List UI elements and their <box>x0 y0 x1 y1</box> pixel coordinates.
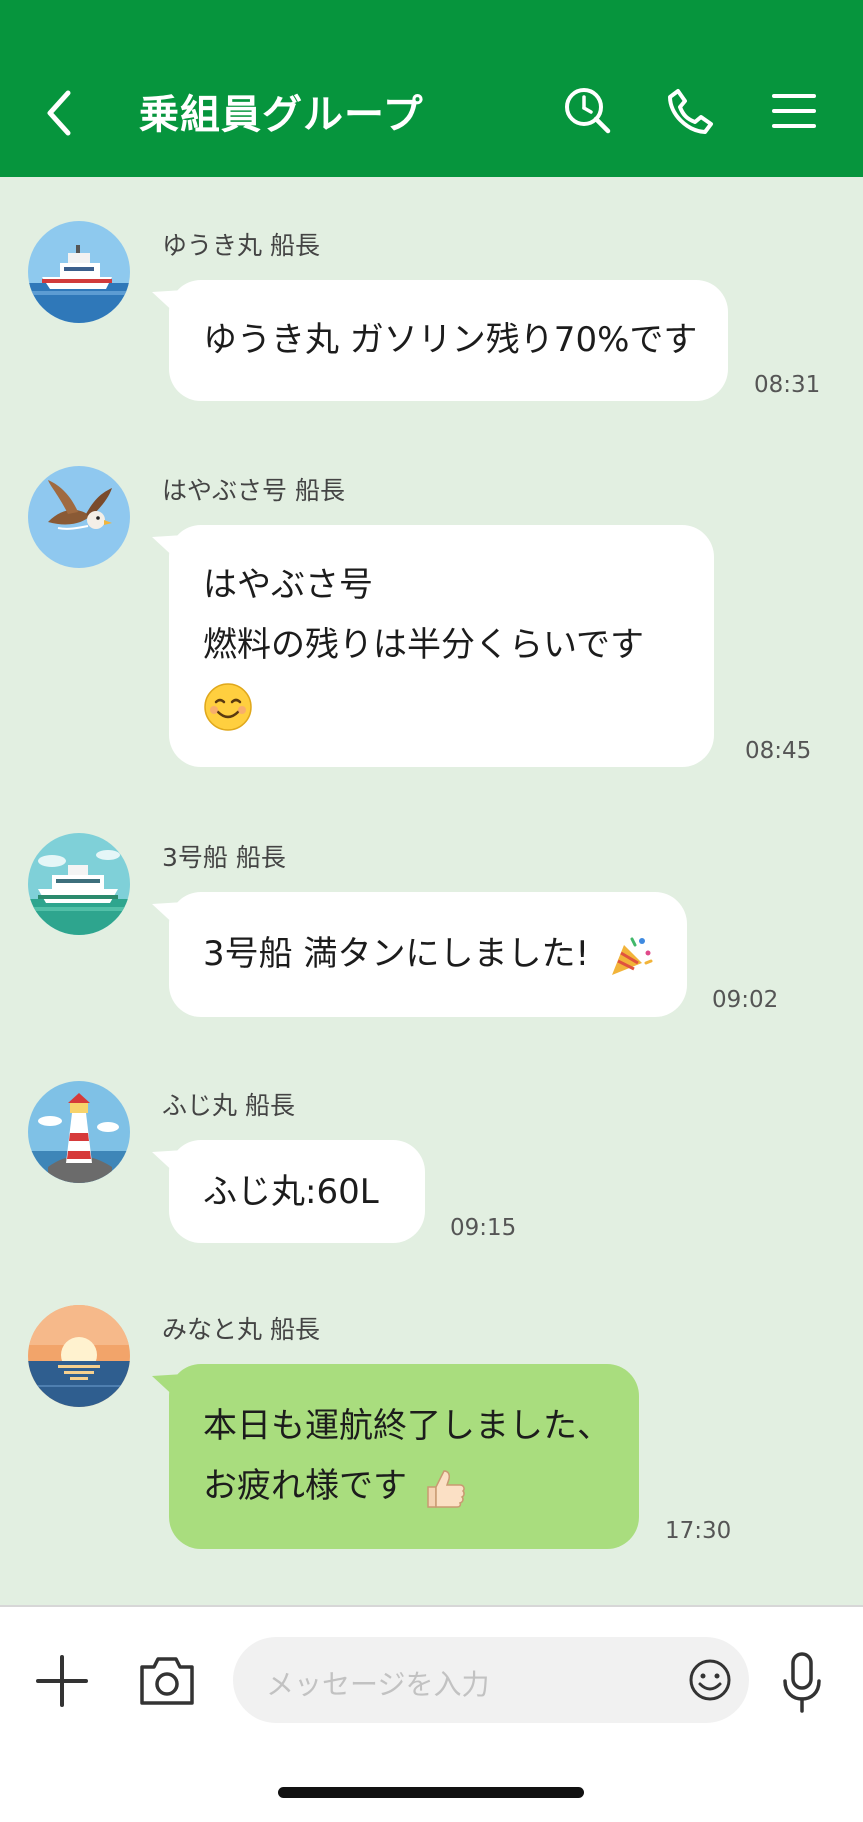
menu-button[interactable] <box>769 86 819 136</box>
message-text: 本日も運航終了しました、 <box>203 1406 611 1446</box>
message-bubble[interactable]: はやぶさ号 燃料の残りは半分くらいです <box>169 525 714 767</box>
message-bubble[interactable]: ふじ丸:60L <box>169 1140 425 1243</box>
microphone-icon <box>783 1652 821 1713</box>
emoji-button[interactable] <box>688 1658 732 1702</box>
message-time: 17:30 <box>665 1518 732 1544</box>
thumbs-up-emoji <box>427 1469 465 1508</box>
message-text: 3号船 満タンにしました! <box>203 934 590 974</box>
ferry-avatar[interactable] <box>28 833 130 935</box>
phone-icon <box>668 89 713 134</box>
message-input-placeholder: メッセージを入力 <box>266 1668 490 1701</box>
lighthouse-avatar[interactable] <box>28 1081 130 1183</box>
message-text: はやぶさ号 <box>203 565 373 605</box>
call-button[interactable] <box>665 86 715 136</box>
chat-screen: 乗組員グループ ゆうき丸 船長 ゆうき丸 ガソリン残り70%です 08:31 は… <box>0 0 863 1822</box>
chat-header: 乗組員グループ <box>0 0 863 177</box>
back-button[interactable] <box>40 85 80 141</box>
camera-icon <box>140 1657 194 1705</box>
message-time: 08:31 <box>754 372 821 398</box>
sender-name: ゆうき丸 船長 <box>162 231 320 260</box>
menu-icon <box>772 94 816 128</box>
message-time: 09:15 <box>450 1215 517 1241</box>
sender-name: みなと丸 船長 <box>162 1315 320 1344</box>
falcon-avatar[interactable] <box>28 466 130 568</box>
chat-title: 乗組員グループ <box>139 92 424 138</box>
message-text: ふじ丸:60L <box>203 1172 379 1212</box>
plus-icon <box>36 1655 88 1707</box>
sender-name: 3号船 船長 <box>162 843 286 872</box>
camera-button[interactable] <box>138 1655 196 1707</box>
microphone-button[interactable] <box>780 1651 824 1715</box>
message-bubble[interactable]: 3号船 満タンにしました! <box>169 892 687 1017</box>
back-chevron-icon <box>47 90 71 136</box>
sender-name: はやぶさ号 船長 <box>162 476 345 505</box>
message-input[interactable]: メッセージを入力 <box>233 1637 749 1723</box>
sunset-avatar[interactable] <box>28 1305 130 1407</box>
home-indicator <box>278 1787 584 1798</box>
smiling-face-emoji <box>203 675 714 735</box>
party-popper-emoji <box>611 937 653 975</box>
message-text: 燃料の残りは半分くらいです <box>203 625 644 665</box>
message-time: 09:02 <box>712 987 779 1013</box>
message-time: 08:45 <box>745 738 812 764</box>
sender-name: ふじ丸 船長 <box>162 1091 295 1120</box>
search-icon <box>565 88 611 134</box>
add-button[interactable] <box>36 1655 88 1707</box>
message-bubble[interactable]: ゆうき丸 ガソリン残り70%です <box>169 280 728 401</box>
message-bubble[interactable]: 本日も運航終了しました、 お疲れ様です <box>169 1364 639 1549</box>
emoji-icon <box>689 1659 731 1701</box>
ship-avatar[interactable] <box>28 221 130 323</box>
message-text: ゆうき丸 ガソリン残り70%です <box>203 320 698 360</box>
search-button[interactable] <box>563 86 613 136</box>
message-text: お疲れ様です <box>203 1466 407 1506</box>
message-input-bar: メッセージを入力 <box>0 1605 863 1822</box>
